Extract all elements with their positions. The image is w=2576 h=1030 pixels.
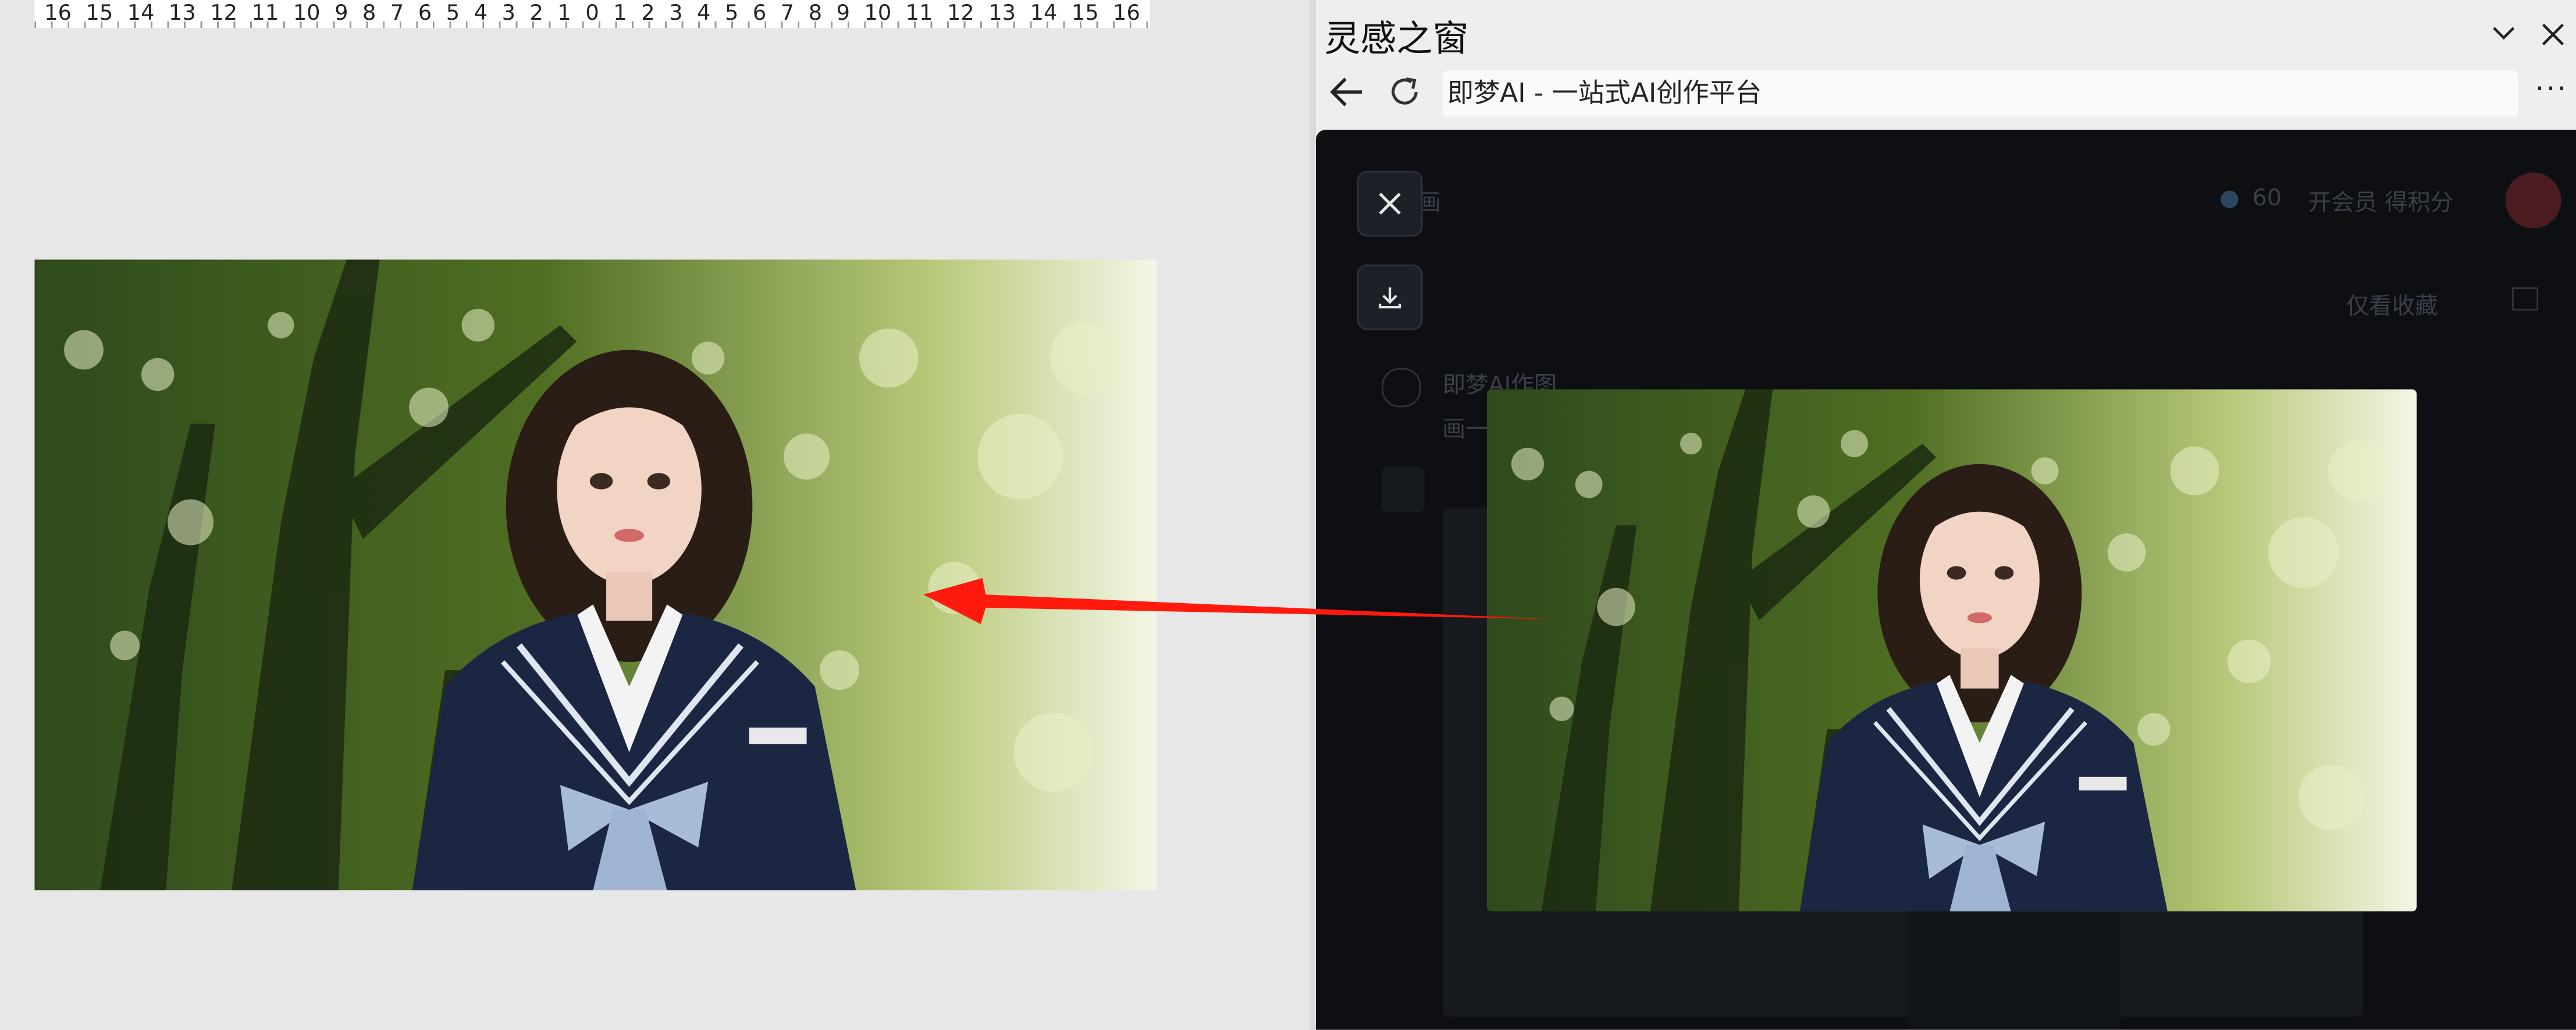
credit-count: 60 [2252,186,2282,212]
ruler-tick-label: 13 [169,1,196,27]
canvas-image[interactable] [34,259,1157,890]
back-arrow-icon[interactable] [1329,72,1365,112]
ruler-tick-label: 3 [501,1,515,27]
author-avatar [1381,368,1421,408]
ruler-tick-label: 6 [752,1,767,27]
collect-filter: 仅看收藏 [2346,294,2438,320]
ruler-tick-label: 7 [780,1,795,27]
credit-icon: ● [2219,186,2240,212]
address-bar[interactable]: 即梦AI - 一站式AI创作平台 [1442,70,2519,117]
ruler-tick-label: 12 [947,1,974,27]
ruler-tick-label: 0 [585,1,599,27]
ruler-tick-label: 11 [251,1,279,27]
close-icon [1379,193,1401,215]
more-options-icon[interactable]: ··· [2535,72,2568,106]
ruler-tick-label: 1 [557,1,571,27]
ruler-tick-label: 6 [418,1,432,27]
behind-figure [1907,901,2121,1030]
ruler-tick-label: 3 [669,1,683,27]
ruler-tick-label: 13 [988,1,1016,27]
pane-splitter[interactable] [1309,0,1317,1030]
ruler-tick-label: 9 [335,1,348,27]
ruler-tick-label: 7 [390,1,404,27]
chevron-down-icon[interactable] [2490,13,2517,56]
thumbnail [1381,466,1425,513]
editor-canvas[interactable]: 16 15 14 13 12 11 10 9 8 7 6 5 4 3 2 1 0 1 2 3 4 5 6 7 8 9 10 11 12 1… [0,0,1310,1030]
member-link: 开会员 得积分 [2308,190,2454,217]
refresh-icon[interactable] [1386,74,1422,110]
ruler-tick-label: 10 [864,1,892,27]
ruler-tick-label: 5 [724,1,739,27]
ruler-tick-label: 16 [1113,1,1140,27]
ruler-tick-label: 16 [44,1,72,27]
ruler-tick-label: 2 [641,1,655,27]
ruler-tick-label: 9 [836,1,851,27]
ruler-tick-label: 4 [474,1,488,27]
download-icon [1379,287,1401,309]
ruler-tick-label: 11 [905,1,933,27]
avatar [2505,172,2561,229]
ruler-tick-label: 1 [613,1,627,27]
ruler-tick-label: 14 [1030,1,1058,27]
ruler-tick-label: 14 [127,1,155,27]
ruler-tick-label: 5 [446,1,460,27]
download-button[interactable] [1357,264,1423,330]
horizontal-ruler[interactable]: 16 15 14 13 12 11 10 9 8 7 6 5 4 3 2 1 0 1 2 3 4 5 6 7 8 9 10 11 12 1… [34,0,1150,28]
ruler-tick-label: 15 [1071,1,1099,27]
ruler-tick-label: 15 [86,1,113,27]
close-icon[interactable] [2542,13,2565,56]
portrait-photo-illustration [1486,389,2417,912]
panel-title: 灵感之窗 [1324,19,1469,61]
close-preview-button[interactable] [1357,170,1423,237]
ruler-tick-label: 8 [362,1,376,27]
ruler-tick-label: 4 [697,1,711,27]
portrait-photo-illustration [34,259,1157,890]
ruler-tick-label: 12 [210,1,238,27]
ruler-tick-label: 8 [808,1,823,27]
behind-prompt: 画一 [1442,417,1489,444]
folder-icon [2511,287,2539,311]
preview-image[interactable] [1486,389,2417,912]
screen: 16 15 14 13 12 11 10 9 8 7 6 5 4 3 2 1 0 1 2 3 4 5 6 7 8 9 10 11 12 1… [0,0,2576,1030]
ruler-tick-label: 2 [529,1,543,27]
ruler-tick-label: 10 [293,1,321,27]
